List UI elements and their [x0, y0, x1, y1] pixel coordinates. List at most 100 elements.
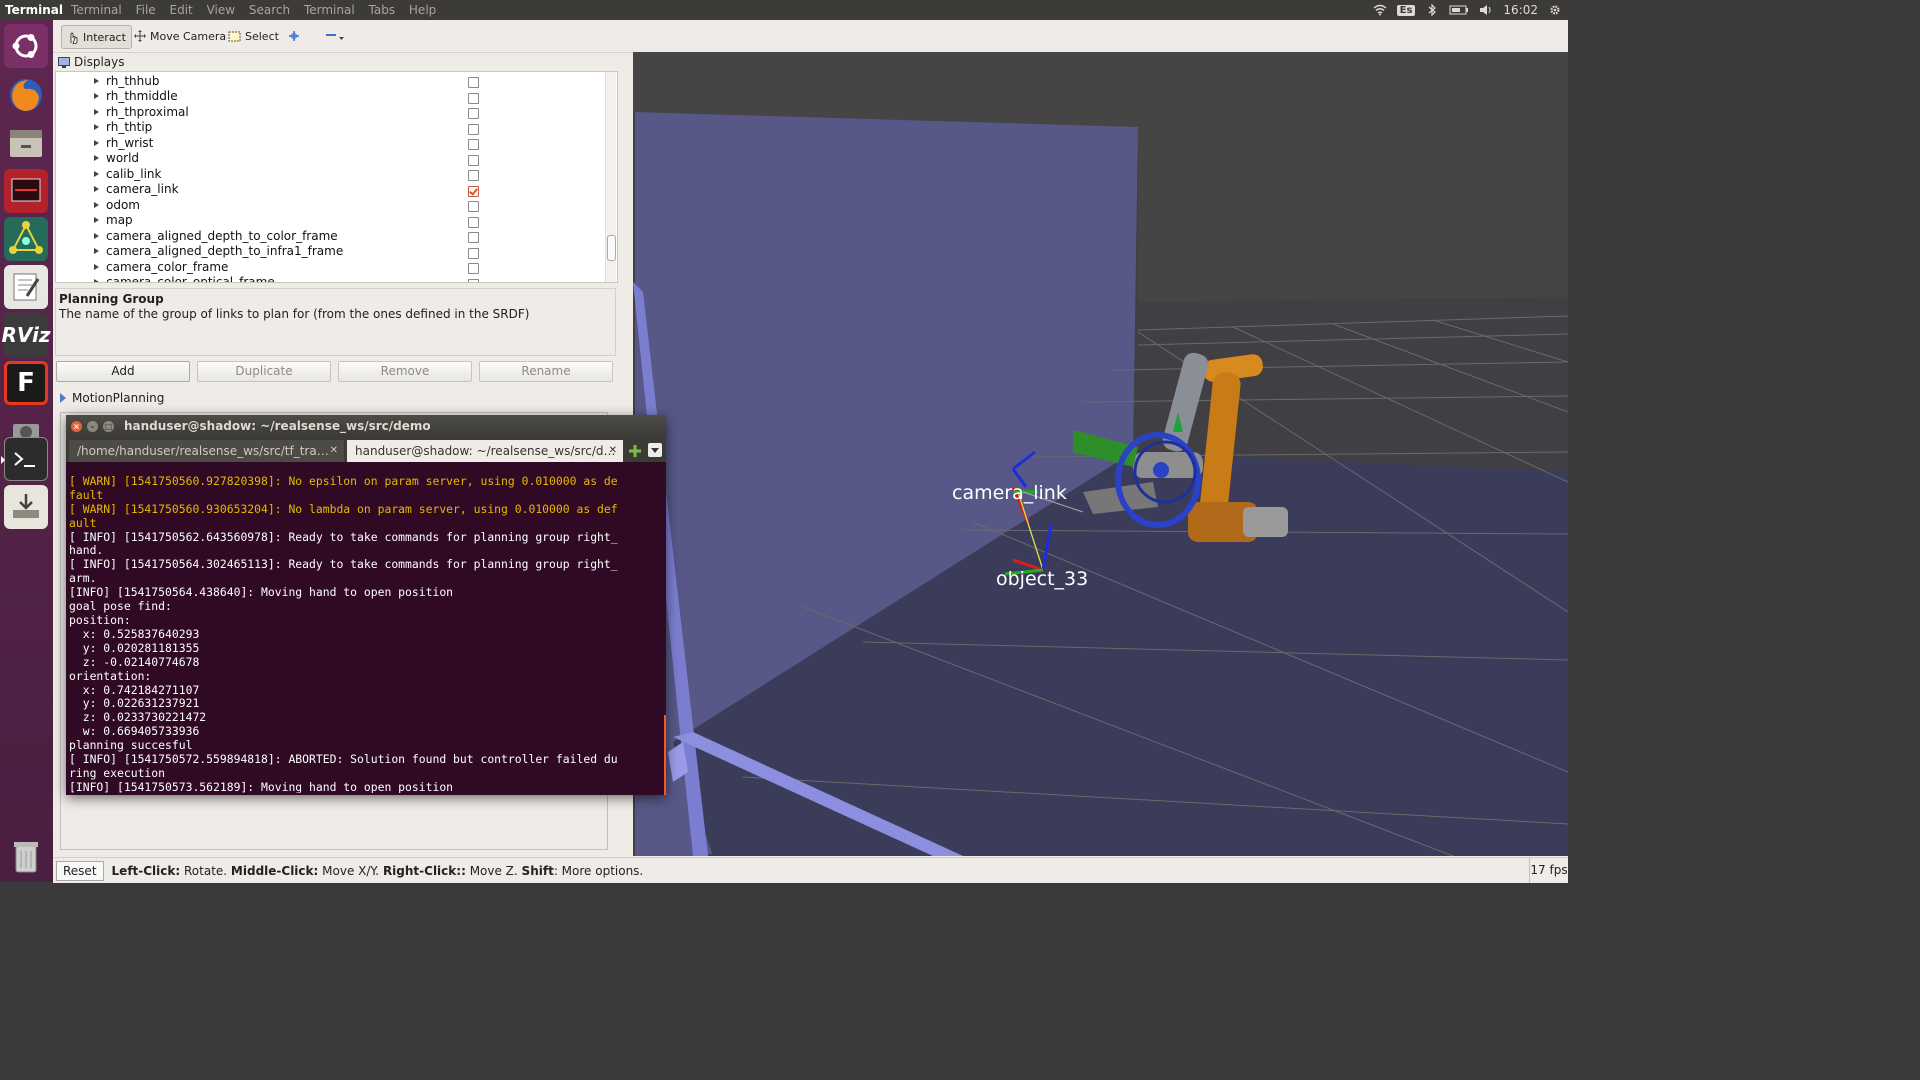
keyboard-layout-indicator[interactable]: Es	[1396, 4, 1416, 16]
menu-file[interactable]: File	[131, 3, 161, 17]
expand-arrow-icon[interactable]	[94, 248, 99, 255]
terminal-scroll-indicator[interactable]	[664, 715, 666, 795]
tab-list-button[interactable]	[648, 443, 662, 457]
displays-title: Displays	[74, 55, 125, 69]
expand-arrow-icon[interactable]	[94, 186, 99, 193]
tree-item[interactable]: camera_aligned_depth_to_color_frame	[56, 228, 601, 244]
expand-arrow-icon[interactable]	[94, 93, 99, 100]
gear-icon[interactable]	[1548, 4, 1562, 16]
menu-edit[interactable]: Edit	[165, 3, 198, 17]
tree-item[interactable]: rh_wrist	[56, 135, 601, 151]
menu-terminal[interactable]: Terminal	[66, 3, 127, 17]
expand-arrow-icon[interactable]	[94, 170, 99, 177]
visibility-checkbox[interactable]	[468, 232, 479, 243]
tool-options-dropdown[interactable]	[319, 25, 351, 47]
menu-terminal-2[interactable]: Terminal	[299, 3, 360, 17]
visibility-checkbox[interactable]	[468, 77, 479, 88]
close-tab-icon[interactable]: ✕	[330, 440, 338, 462]
menu-help[interactable]: Help	[404, 3, 441, 17]
rviz-icon[interactable]: RViz	[1, 313, 51, 357]
expand-arrow-icon[interactable]	[94, 77, 99, 84]
displays-tree[interactable]: rh_thhub rh_thmiddle rh_thproximal rh_th…	[55, 71, 618, 283]
move-camera-tool[interactable]: Move Camera	[129, 25, 231, 47]
visibility-checkbox[interactable]	[468, 263, 479, 274]
rename-button[interactable]: Rename	[479, 361, 613, 382]
expand-arrow-icon[interactable]	[94, 263, 99, 270]
flexbe-icon[interactable]: F	[4, 361, 48, 405]
remove-button[interactable]: Remove	[338, 361, 472, 382]
scrollbar-thumb[interactable]	[607, 235, 616, 261]
visibility-checkbox[interactable]	[468, 139, 479, 150]
network-graph-icon[interactable]	[4, 217, 48, 261]
bluetooth-icon[interactable]	[1425, 4, 1439, 16]
visibility-checkbox[interactable]	[468, 278, 479, 282]
visibility-checkbox[interactable]	[468, 123, 479, 135]
text-editor-icon[interactable]	[4, 265, 48, 309]
installer-icon[interactable]	[4, 485, 48, 529]
tree-item[interactable]: rh_thhub	[56, 73, 601, 89]
visibility-checkbox[interactable]	[468, 154, 479, 166]
expand-arrow-icon[interactable]	[94, 155, 99, 162]
clock[interactable]: 16:02	[1503, 3, 1538, 17]
3d-view[interactable]: camera_link object_33	[633, 52, 1568, 856]
files-icon[interactable]	[4, 121, 48, 165]
running-indicator	[1, 456, 5, 464]
system-monitor-icon[interactable]	[4, 169, 48, 213]
firefox-icon[interactable]	[4, 73, 48, 117]
terminal-output[interactable]: [ WARN] [1541750560.927820398]: No epsil…	[69, 461, 665, 793]
volume-icon[interactable]	[1479, 4, 1493, 16]
menu-view[interactable]: View	[202, 3, 240, 17]
add-button[interactable]: Add	[56, 361, 190, 382]
expand-arrow-icon[interactable]	[94, 108, 99, 115]
close-window-button[interactable]: ×	[71, 420, 82, 432]
menu-search[interactable]: Search	[244, 3, 295, 17]
expand-arrow-icon[interactable]	[94, 201, 99, 208]
terminal-titlebar[interactable]: × – □ handuser@shadow: ~/realsense_ws/sr…	[66, 415, 666, 437]
minimize-window-button[interactable]: –	[87, 420, 98, 432]
tree-scrollbar[interactable]	[605, 72, 616, 282]
visibility-checkbox[interactable]	[468, 92, 479, 104]
tree-item[interactable]: camera_color_optical_frame	[56, 275, 601, 282]
tree-item[interactable]: rh_thmiddle	[56, 89, 601, 105]
focus-camera-tool[interactable]	[283, 25, 305, 47]
visibility-checkbox-checked[interactable]	[468, 185, 479, 197]
indicator-area: Es 16:02	[1373, 3, 1568, 17]
terminal-tab-active[interactable]: handuser@shadow: ~/realsense_ws/src/d… ✕	[347, 440, 623, 462]
log-line: position:	[69, 612, 131, 627]
interact-tool[interactable]: Interact	[61, 25, 132, 49]
menu-tabs[interactable]: Tabs	[364, 3, 401, 17]
visibility-checkbox[interactable]	[468, 201, 479, 212]
tree-item[interactable]: rh_thproximal	[56, 104, 601, 120]
tree-item[interactable]: odom	[56, 197, 601, 213]
new-tab-icon[interactable]	[628, 444, 642, 458]
close-tab-icon[interactable]: ✕	[609, 440, 617, 462]
reset-button[interactable]: Reset	[56, 860, 104, 881]
visibility-checkbox[interactable]	[468, 247, 479, 259]
tree-item[interactable]: calib_link	[56, 166, 601, 182]
select-tool[interactable]: Select	[223, 25, 284, 47]
terminal-icon[interactable]	[1, 437, 48, 481]
expand-arrow-icon[interactable]	[94, 232, 99, 239]
duplicate-button[interactable]: Duplicate	[197, 361, 331, 382]
ubuntu-dash-icon[interactable]	[4, 24, 48, 68]
expand-arrow-icon[interactable]	[94, 279, 99, 282]
tree-item[interactable]: rh_thtip	[56, 120, 601, 136]
visibility-checkbox[interactable]	[468, 216, 479, 228]
expand-arrow-icon[interactable]	[94, 139, 99, 146]
tree-item[interactable]: camera_link	[56, 182, 601, 198]
tree-item[interactable]: world	[56, 151, 601, 167]
maximize-window-button[interactable]: □	[103, 420, 114, 432]
tree-item[interactable]: camera_aligned_depth_to_infra1_frame	[56, 244, 601, 260]
visibility-checkbox[interactable]	[468, 108, 479, 119]
tree-item[interactable]: camera_color_frame	[56, 259, 601, 275]
expand-arrow-icon[interactable]	[94, 217, 99, 224]
visibility-checkbox[interactable]	[468, 170, 479, 181]
wifi-icon[interactable]	[1373, 4, 1387, 16]
terminal-tab[interactable]: /home/handuser/realsense_ws/src/tf_tra… …	[69, 440, 344, 462]
battery-icon[interactable]	[1449, 4, 1469, 16]
trash-icon[interactable]	[4, 834, 48, 878]
active-app-name: Terminal	[5, 3, 64, 17]
tree-item[interactable]: map	[56, 213, 601, 229]
expand-arrow-icon[interactable]	[94, 124, 99, 131]
terminal-window[interactable]: × – □ handuser@shadow: ~/realsense_ws/sr…	[66, 415, 666, 795]
